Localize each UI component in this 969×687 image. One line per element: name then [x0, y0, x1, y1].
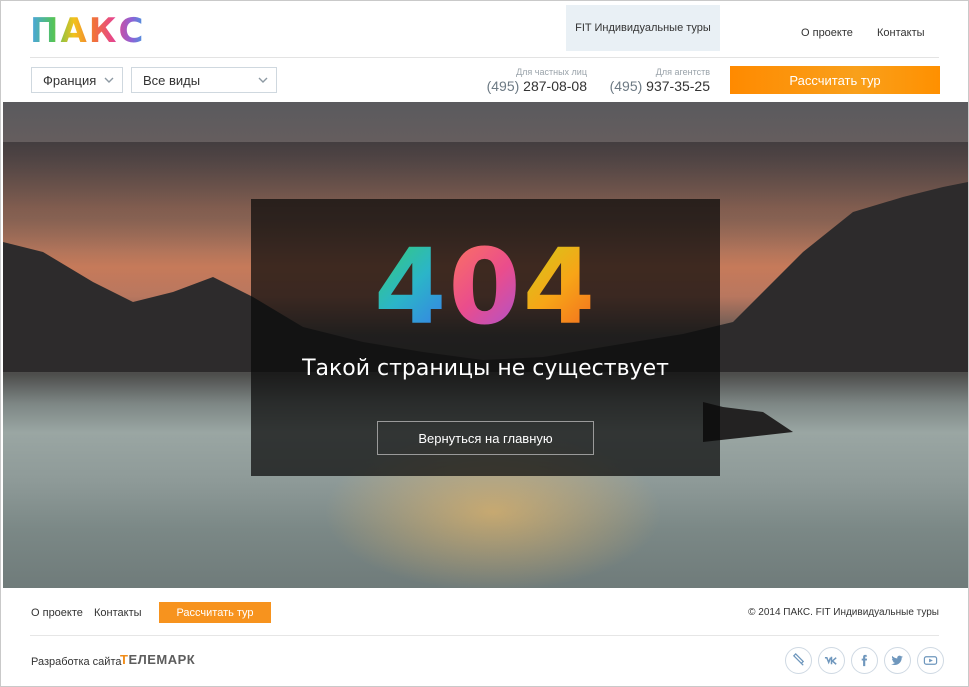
phone-digits: 937-35-25	[646, 78, 710, 94]
twitter-icon[interactable]	[884, 647, 911, 674]
social-links	[785, 647, 944, 674]
developer-logo-rest: ЕЛЕМАРК	[128, 652, 196, 667]
country-select[interactable]: Франция	[31, 67, 123, 93]
youtube-icon[interactable]	[917, 647, 944, 674]
footer-link-contacts[interactable]: Контакты	[94, 607, 142, 619]
logo-text: ПАКС	[30, 11, 146, 51]
country-select-value: Франция	[43, 72, 97, 88]
logo[interactable]: ПАКС	[30, 11, 146, 51]
header-divider	[30, 57, 939, 58]
footer-link-about[interactable]: О проекте	[31, 607, 83, 619]
phone-digits: 287-08-08	[523, 78, 587, 94]
phone-agents-caption: Для агентств	[655, 67, 710, 77]
vk-icon[interactable]	[818, 647, 845, 674]
error-digit: 4	[373, 226, 449, 348]
calculate-tour-button[interactable]: Рассчитать тур	[730, 66, 940, 94]
error-digit: 0	[448, 226, 523, 348]
error-panel: 404 Такой страницы не существует Вернуть…	[251, 199, 720, 476]
facebook-icon[interactable]	[851, 647, 878, 674]
chevron-down-icon	[258, 77, 268, 83]
footer-calculate-tour-button[interactable]: Рассчитать тур	[159, 602, 271, 623]
error-digit: 4	[522, 226, 598, 348]
tab-fit-individual-tours[interactable]: FIT Индивидуальные туры	[566, 5, 720, 51]
developer-logo[interactable]: ТЕЛЕМАРК	[120, 652, 195, 667]
tour-type-select[interactable]: Все виды	[131, 67, 277, 93]
footer-divider	[30, 635, 939, 636]
tour-type-select-value: Все виды	[143, 72, 201, 88]
copyright: © 2014 ПАКС. FIT Индивидуальные туры	[748, 607, 939, 618]
chevron-down-icon	[104, 77, 114, 83]
error-title: Такой страницы не существует	[302, 356, 669, 381]
livejournal-icon[interactable]	[785, 647, 812, 674]
developer-label: Разработка сайта	[31, 656, 122, 668]
back-to-home-button[interactable]: Вернуться на главную	[377, 421, 594, 455]
nav-about[interactable]: О проекте	[801, 27, 853, 39]
page-frame: ПАКС FIT Индивидуальные туры О проекте К…	[0, 0, 969, 687]
phone-private-number[interactable]: (495) 287-08-08	[481, 77, 587, 95]
nav-contacts[interactable]: Контакты	[877, 27, 925, 39]
phone-agents-number[interactable]: (495) 937-35-25	[601, 77, 710, 95]
error-code: 404	[251, 235, 720, 339]
phone-code: (495)	[486, 78, 520, 94]
phone-private-caption: Для частных лиц	[516, 67, 587, 77]
phone-agents: Для агентств (495) 937-35-25	[601, 67, 710, 95]
phone-private: Для частных лиц (495) 287-08-08	[481, 67, 587, 95]
phone-code: (495)	[609, 78, 643, 94]
